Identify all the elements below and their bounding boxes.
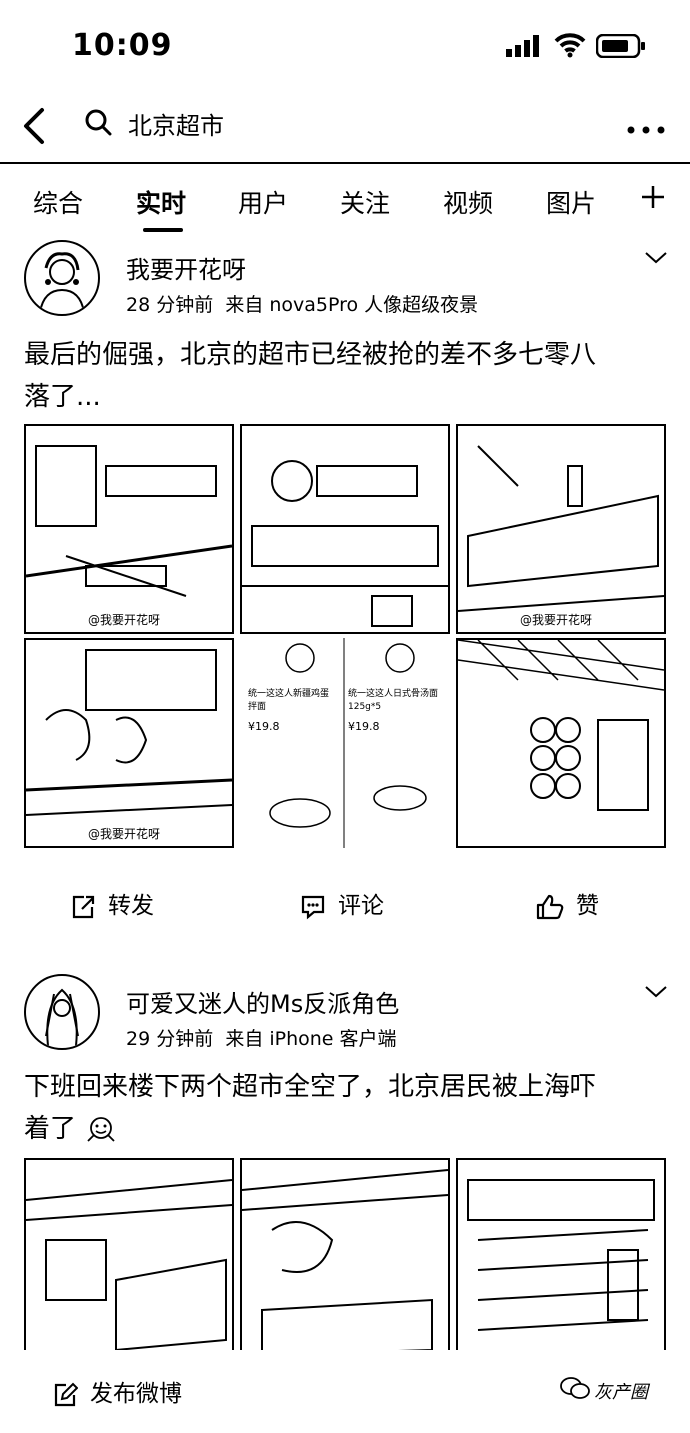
comment-icon bbox=[301, 895, 325, 919]
post-text: 下班回来楼下两个超市全空了，北京居民被上海吓 着了 bbox=[24, 1066, 668, 1150]
status-bar: 10:09 bbox=[0, 0, 690, 92]
filter-tabs: 综合 实时 用户 关注 视频 图片 bbox=[0, 164, 690, 234]
compose-bar: 发布微博 灰产圈 bbox=[0, 1350, 690, 1433]
status-time: 10:09 bbox=[72, 28, 173, 63]
username[interactable]: 可爱又迷人的Ms反派角色 bbox=[126, 984, 399, 1019]
cellular-signal-icon bbox=[506, 35, 542, 61]
post-source: 来自 nova5Pro 人像超级夜景 bbox=[225, 294, 479, 316]
avatar[interactable] bbox=[24, 240, 100, 316]
tab-following[interactable]: 关注 bbox=[340, 184, 390, 220]
photo-thumbnail[interactable] bbox=[240, 1158, 450, 1358]
tab-comprehensive[interactable]: 综合 bbox=[33, 184, 83, 220]
post-time: 28 分钟前 bbox=[126, 294, 214, 316]
image-watermark: @我要开花呀 bbox=[518, 611, 595, 628]
wifi-icon bbox=[554, 32, 586, 62]
avatar[interactable] bbox=[24, 974, 100, 1050]
photo-thumbnail[interactable] bbox=[456, 1158, 666, 1358]
compose-button[interactable]: 发布微博 bbox=[52, 1374, 182, 1408]
wechat-logo-icon bbox=[560, 1376, 590, 1404]
photo-thumbnail[interactable]: @我要开花呀 bbox=[24, 424, 234, 634]
image-grid: @我要开花呀 @我要开花呀 @我要开花呀 统一这这人新疆鸡蛋拌面 ¥19.8 统… bbox=[24, 424, 666, 848]
photo-thumbnail[interactable]: @我要开花呀 bbox=[456, 424, 666, 634]
repost-icon bbox=[72, 895, 95, 918]
post-actions: 转发 评论 赞 bbox=[0, 872, 690, 932]
post-text: 最后的倔强，北京的超市已经被抢的差不多七零八 落了... bbox=[24, 334, 668, 418]
more-options-icon[interactable] bbox=[626, 120, 666, 139]
post-card: 我要开花呀 28 分钟前 来自 nova5Pro 人像超级夜景 最后的倔强，北京… bbox=[0, 236, 690, 876]
post-meta: 29 分钟前 来自 iPhone 客户端 bbox=[126, 1024, 397, 1051]
edit-icon bbox=[54, 1382, 79, 1406]
like-label: 赞 bbox=[576, 893, 599, 919]
brand-watermark: 灰产圈 bbox=[594, 1382, 648, 1403]
battery-icon bbox=[595, 33, 646, 62]
repost-button[interactable]: 转发 bbox=[70, 886, 154, 920]
chevron-down-icon[interactable] bbox=[644, 250, 668, 269]
emoji-icon bbox=[87, 1116, 115, 1142]
like-button[interactable]: 赞 bbox=[536, 886, 599, 920]
post-text-line: 下班回来楼下两个超市全空了，北京居民被上海吓 bbox=[24, 1072, 597, 1102]
post-time: 29 分钟前 bbox=[126, 1028, 214, 1050]
post-card: 可爱又迷人的Ms反派角色 29 分钟前 来自 iPhone 客户端 下班回来楼下… bbox=[0, 968, 690, 1358]
thumbs-up-icon bbox=[536, 894, 564, 919]
post-text-line: 落了... bbox=[24, 382, 101, 412]
product-screenshot[interactable]: 统一这这人新疆鸡蛋拌面 ¥19.8 统一这这人日式骨汤面125g*5 ¥19.8 bbox=[240, 638, 450, 848]
comment-label: 评论 bbox=[338, 893, 384, 919]
comment-button[interactable]: 评论 bbox=[300, 886, 384, 920]
photo-thumbnail[interactable] bbox=[24, 1158, 234, 1358]
image-watermark: @我要开花呀 bbox=[86, 825, 163, 842]
post-text-line: 最后的倔强，北京的超市已经被抢的差不多七零八 bbox=[24, 340, 597, 370]
post-meta: 28 分钟前 来自 nova5Pro 人像超级夜景 bbox=[126, 290, 478, 317]
search-bar: 北京超市 bbox=[0, 92, 690, 164]
photo-thumbnail[interactable]: @我要开花呀 bbox=[24, 638, 234, 848]
active-tab-indicator bbox=[143, 228, 183, 232]
add-tab-icon[interactable] bbox=[640, 184, 666, 217]
repost-label: 转发 bbox=[108, 893, 154, 919]
post-source: 来自 iPhone 客户端 bbox=[225, 1028, 397, 1050]
photo-thumbnail[interactable] bbox=[240, 424, 450, 634]
chevron-down-icon[interactable] bbox=[644, 984, 668, 1003]
back-arrow-icon[interactable] bbox=[18, 104, 58, 148]
image-watermark: @我要开花呀 bbox=[86, 611, 163, 628]
post-text-line: 着了 bbox=[24, 1114, 77, 1144]
search-icon bbox=[84, 108, 112, 140]
photo-thumbnail[interactable] bbox=[456, 638, 666, 848]
image-grid bbox=[24, 1158, 666, 1358]
tab-users[interactable]: 用户 bbox=[238, 184, 288, 220]
compose-label: 发布微博 bbox=[90, 1381, 182, 1407]
tab-images[interactable]: 图片 bbox=[546, 184, 596, 220]
tab-realtime[interactable]: 实时 bbox=[136, 184, 186, 220]
search-input[interactable]: 北京超市 bbox=[128, 106, 224, 141]
username[interactable]: 我要开花呀 bbox=[126, 250, 246, 285]
tab-videos[interactable]: 视频 bbox=[443, 184, 493, 220]
